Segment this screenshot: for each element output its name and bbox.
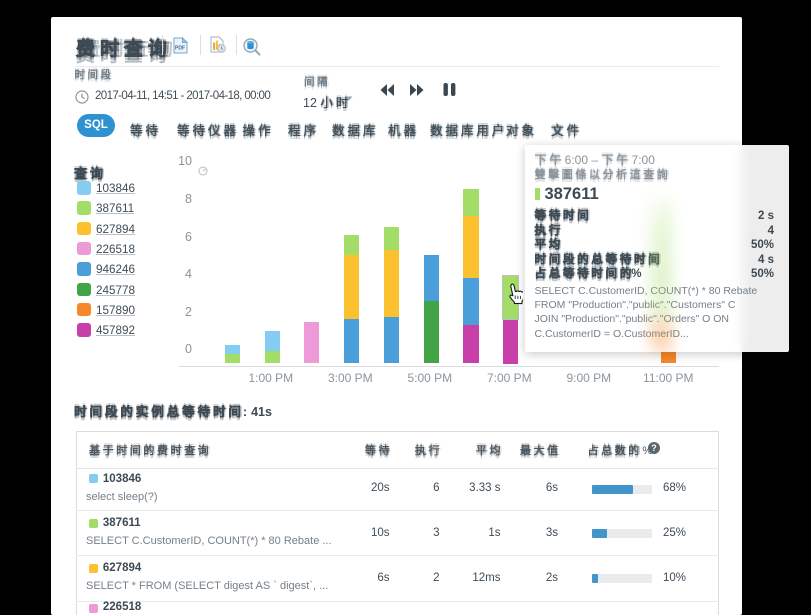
svg-text:PDF: PDF — [175, 45, 185, 51]
svg-text:?: ? — [651, 443, 657, 453]
